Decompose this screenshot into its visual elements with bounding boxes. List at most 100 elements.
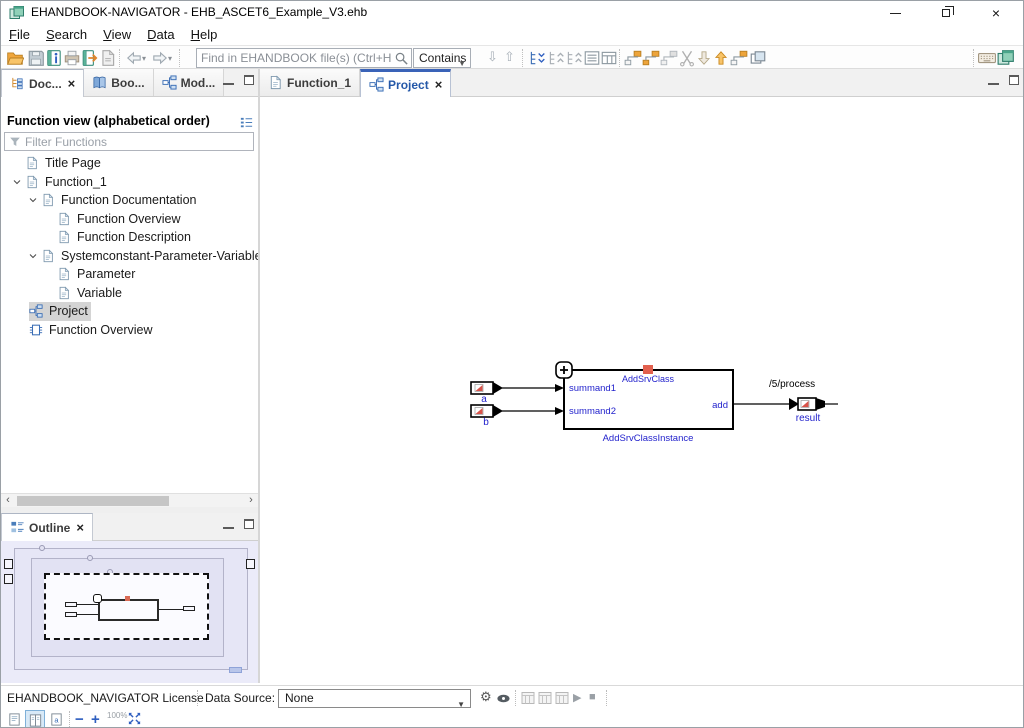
tree-item-function-overview-block[interactable]: Function Overview [1, 321, 258, 340]
link-with-view-icon[interactable] [565, 49, 583, 67]
menu-data[interactable]: Data [139, 25, 182, 44]
menu-help[interactable]: Help [183, 25, 226, 44]
new-window-icon[interactable] [749, 49, 767, 67]
tab-documents[interactable]: Doc... × [1, 69, 84, 97]
tab-models[interactable]: Mod... [154, 69, 225, 96]
tree-item-function-1[interactable]: Function_1 [1, 173, 258, 192]
find-next-icon[interactable]: ⇩ [487, 49, 498, 65]
restore-window-button[interactable] [929, 1, 963, 25]
list-view-icon[interactable] [583, 49, 601, 67]
cut-path-icon[interactable] [678, 49, 696, 67]
collapse-all-icon[interactable] [547, 49, 565, 67]
handbook-info-icon[interactable] [45, 49, 63, 67]
forward-history-dropdown-icon[interactable]: ▾ [168, 54, 172, 63]
toolbar-separator [973, 49, 974, 67]
block-class-label: AddSrvClass [622, 374, 675, 384]
keyboard-shortcuts-icon[interactable] [978, 49, 996, 67]
scroll-right-icon[interactable]: › [244, 494, 258, 508]
report-config-icon[interactable] [537, 690, 553, 706]
model-hierarchy-all-icon[interactable] [642, 49, 660, 67]
outline-resize-handle[interactable] [229, 667, 242, 673]
zoom-out-button[interactable]: − [75, 711, 84, 728]
maximize-panel-icon[interactable] [244, 75, 254, 85]
settings-gear-icon[interactable]: ⚙ [480, 689, 492, 705]
tree-item-function-documentation[interactable]: Function Documentation [1, 191, 258, 210]
search-mode-dropdown[interactable]: Contains ▼ [413, 48, 471, 68]
horizontal-scrollbar[interactable]: ‹ › [1, 493, 258, 507]
filter-functions-input[interactable] [25, 134, 250, 149]
maximize-panel-icon[interactable] [244, 519, 254, 529]
close-icon[interactable]: × [68, 76, 76, 91]
step-out-icon[interactable] [712, 49, 730, 67]
tab-project[interactable]: Project × [360, 69, 451, 97]
export-icon[interactable] [81, 49, 99, 67]
addsrvclass-block[interactable] [556, 362, 733, 429]
menu-search[interactable]: Search [38, 25, 95, 44]
block-instance-label: AddSrvClassInstance [603, 433, 694, 444]
step-into-icon[interactable] [695, 49, 713, 67]
minimize-panel-icon[interactable] [223, 75, 234, 85]
pdf-export-icon[interactable] [99, 49, 117, 67]
minimize-panel-icon[interactable] [223, 519, 234, 529]
expand-all-icon[interactable] [528, 49, 546, 67]
open-hierarchy-icon[interactable] [730, 49, 748, 67]
zoom-in-button[interactable]: + [91, 711, 100, 728]
project-block-diagram[interactable]: a b AddSrvClass summand1 summand2 add Ad… [441, 351, 861, 461]
tab-books[interactable]: Boo... [84, 69, 153, 96]
close-window-button[interactable]: × [979, 1, 1013, 25]
tree-item-function-overview[interactable]: Function Overview [1, 210, 258, 229]
document-icon [57, 212, 71, 226]
find-previous-icon[interactable]: ⇧ [504, 49, 515, 65]
minimize-icon [890, 13, 901, 14]
view-menu-icon[interactable] [239, 115, 254, 130]
back-history-dropdown-icon[interactable]: ▾ [142, 54, 146, 63]
model-hierarchy-icon[interactable] [624, 49, 642, 67]
chevron-down-icon[interactable] [25, 250, 41, 262]
fit-to-screen-icon[interactable] [127, 711, 142, 726]
navigate-forward-icon[interactable] [151, 49, 169, 67]
outline-minimap[interactable] [1, 541, 258, 683]
output-port-result[interactable] [789, 398, 825, 410]
report-view-icon[interactable] [520, 690, 536, 706]
close-icon[interactable]: × [435, 77, 443, 92]
input-port-b[interactable] [471, 405, 503, 417]
single-page-view-button[interactable] [5, 710, 25, 728]
stop-icon[interactable]: ■ [589, 691, 596, 703]
close-icon[interactable]: × [76, 520, 84, 535]
print-icon[interactable] [63, 49, 81, 67]
minimize-editor-icon[interactable] [988, 75, 999, 85]
input-port-a[interactable] [471, 382, 503, 394]
minimize-window-button[interactable] [879, 1, 913, 25]
text-page-view-button[interactable] [47, 710, 67, 728]
scrollbar-thumb[interactable] [17, 496, 169, 506]
tab-outline[interactable]: Outline × [1, 513, 93, 541]
tree-item-function-description[interactable]: Function Description [1, 228, 258, 247]
tab-function-1[interactable]: Function_1 [260, 69, 360, 96]
tree-item-parameter[interactable]: Parameter [1, 265, 258, 284]
play-icon[interactable]: ▶ [573, 691, 581, 704]
save-icon[interactable] [27, 49, 45, 67]
menu-view[interactable]: View [95, 25, 139, 44]
tree-item-title-page[interactable]: Title Page [1, 154, 258, 173]
document-icon [268, 75, 283, 90]
block-marker-red[interactable] [643, 365, 653, 374]
open-file-icon[interactable] [6, 49, 24, 67]
menu-file[interactable]: File [1, 25, 38, 44]
tree-item-variable[interactable]: Variable [1, 284, 258, 303]
visibility-eye-icon[interactable] [496, 691, 511, 706]
chevron-down-icon[interactable] [9, 176, 25, 188]
navigate-back-icon[interactable] [125, 49, 143, 67]
ehandbook-perspective-icon[interactable] [997, 49, 1015, 67]
zoom-reset-button[interactable]: 100% [107, 713, 125, 719]
chevron-down-icon[interactable] [25, 194, 41, 206]
scroll-left-icon[interactable]: ‹ [1, 494, 15, 508]
tree-item-systemconstant[interactable]: Systemconstant-Parameter-Variable-Cl [1, 247, 258, 266]
model-hierarchy-disabled-icon[interactable] [660, 49, 678, 67]
data-source-dropdown[interactable]: None ▼ [278, 689, 471, 708]
table-view-icon[interactable] [600, 49, 618, 67]
tree-item-project[interactable]: Project [1, 302, 258, 321]
maximize-editor-icon[interactable] [1009, 75, 1019, 85]
two-page-view-button[interactable] [25, 710, 45, 728]
report-export-icon[interactable] [554, 690, 570, 706]
find-input[interactable] [201, 50, 391, 66]
